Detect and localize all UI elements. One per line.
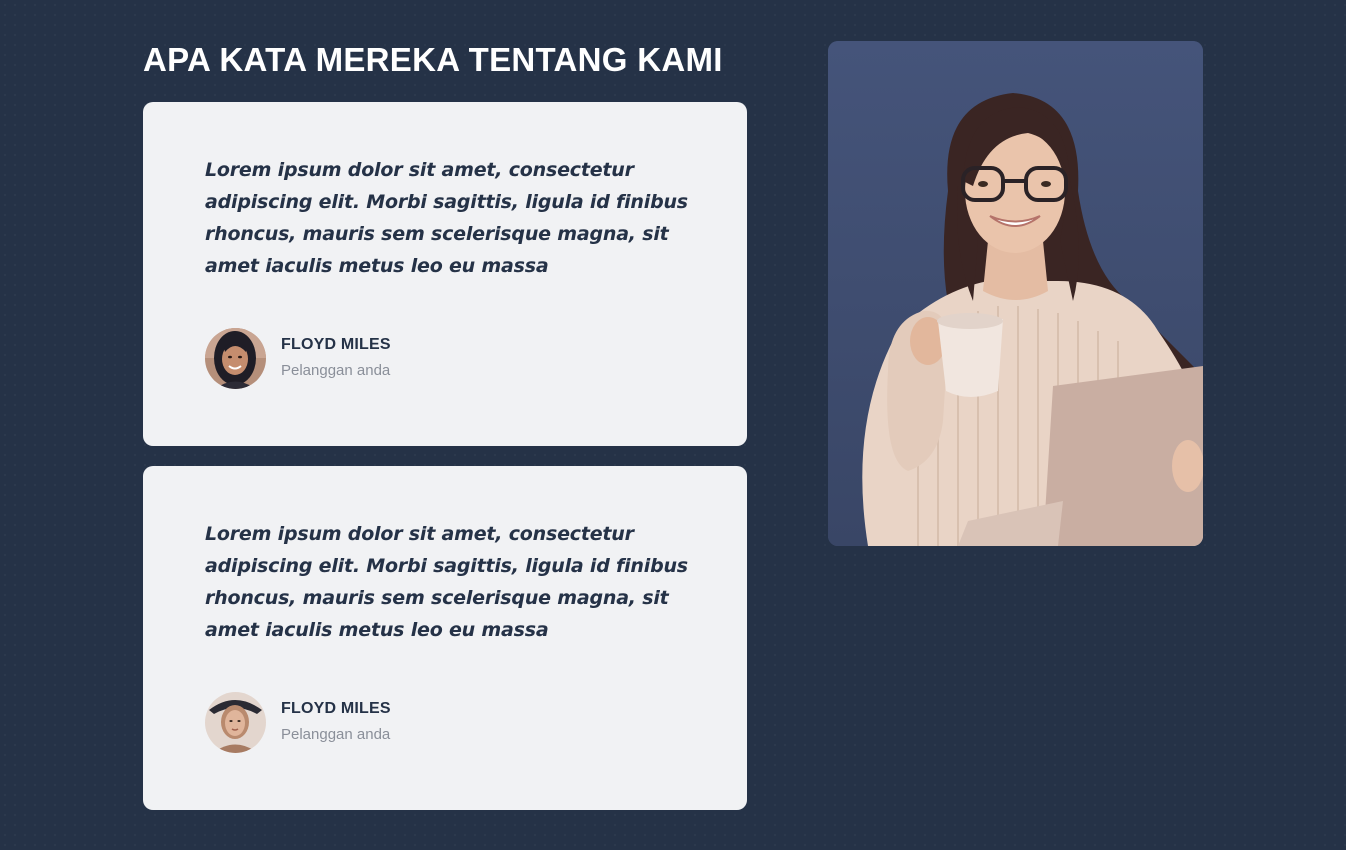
woman-portrait-icon <box>205 327 266 389</box>
author-name: FLOYD MILES <box>281 700 391 717</box>
testimonial-quote: Lorem ipsum dolor sit amet, consectetur … <box>205 159 688 277</box>
avatar <box>205 327 266 389</box>
woman-portrait-icon <box>205 691 266 753</box>
testimonial-quote: Lorem ipsum dolor sit amet, consectetur … <box>205 523 688 641</box>
woman-with-coffee-image <box>828 41 1203 546</box>
testimonial-card: Lorem ipsum dolor sit amet, consectetur … <box>143 466 747 810</box>
testimonial-author: FLOYD MILES Pelanggan anda <box>205 691 391 753</box>
hero-photo <box>828 41 1203 546</box>
testimonial-section: APA KATA MEREKA TENTANG KAMI Lorem ipsum… <box>0 0 1346 850</box>
testimonial-author: FLOYD MILES Pelanggan anda <box>205 327 391 389</box>
author-role: Pelanggan anda <box>281 362 391 379</box>
avatar <box>205 691 266 753</box>
section-title: APA KATA MEREKA TENTANG KAMI <box>143 41 723 78</box>
author-name: FLOYD MILES <box>281 336 391 353</box>
testimonial-card: Lorem ipsum dolor sit amet, consectetur … <box>143 102 747 446</box>
author-role: Pelanggan anda <box>281 726 391 743</box>
